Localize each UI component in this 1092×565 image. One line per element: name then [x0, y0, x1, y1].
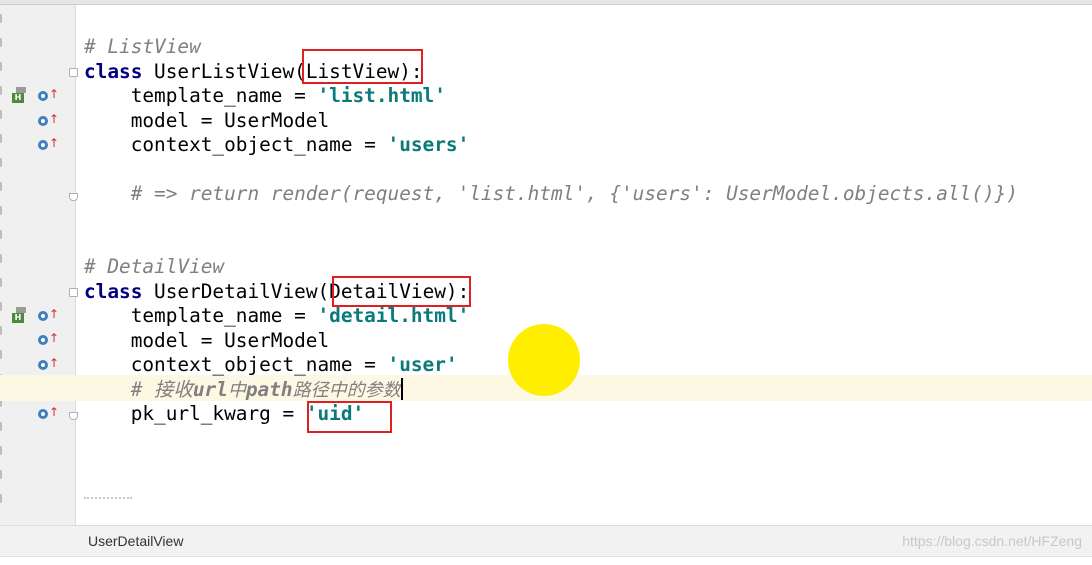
code-line[interactable]: # DetailView — [84, 255, 224, 279]
class-hierarchy-icon[interactable]: H — [12, 87, 28, 103]
assignment: context_object_name = — [84, 133, 388, 156]
watermark: https://blog.csdn.net/HFZeng — [902, 533, 1082, 549]
left-scroll-markers — [0, 4, 2, 524]
code-line[interactable]: model = UserModel — [84, 329, 329, 353]
comment: # => return render(request, 'list.html',… — [84, 182, 1018, 205]
assignment: model = UserModel — [84, 109, 330, 132]
code-line[interactable]: context_object_name = 'user' — [84, 353, 458, 377]
class-hierarchy-icon[interactable]: H — [12, 307, 28, 323]
breadcrumb[interactable]: UserDetailView — [88, 526, 183, 556]
keyword: class — [84, 60, 143, 83]
fold-marker-icon[interactable] — [69, 193, 78, 201]
code-line[interactable]: model = UserModel — [84, 109, 329, 133]
string-literal: 'list.html' — [317, 84, 446, 107]
string-literal: 'detail.html' — [317, 304, 470, 327]
keyword: class — [84, 280, 143, 303]
overrides-method-icon[interactable]: ↑ — [38, 137, 59, 153]
code-line[interactable]: # ListView — [84, 35, 201, 59]
comment: 路径中的参数 — [292, 380, 401, 401]
string-literal: 'users' — [387, 133, 470, 156]
highlight-box-listview — [302, 49, 423, 84]
code-line[interactable]: template_name = 'list.html' — [84, 84, 446, 108]
comment: path — [245, 378, 293, 401]
text-caret — [400, 378, 403, 400]
code-line[interactable]: template_name = 'detail.html' — [84, 304, 470, 328]
fold-marker-icon[interactable] — [69, 288, 78, 297]
overrides-method-icon[interactable]: ↑ — [38, 113, 59, 129]
comment: 中 — [227, 380, 246, 401]
overrides-method-icon[interactable]: ↑ — [38, 332, 59, 348]
overrides-method-icon[interactable]: ↑ — [38, 308, 59, 324]
highlight-box-detailview — [332, 276, 471, 307]
overrides-method-icon[interactable]: ↑ — [38, 88, 59, 104]
assignment: pk_url_kwarg = — [84, 402, 306, 425]
assignment: context_object_name = — [84, 353, 388, 376]
code-line-current[interactable]: # 接收url中path路径中的参数 — [84, 378, 403, 402]
code-line[interactable]: context_object_name = 'users' — [84, 133, 470, 157]
fold-marker-icon[interactable] — [69, 412, 78, 420]
inspection-squiggle — [84, 493, 132, 499]
overrides-method-icon[interactable]: ↑ — [38, 406, 59, 422]
highlight-box-uid — [307, 401, 392, 433]
fold-marker-icon[interactable] — [69, 68, 78, 77]
class-declaration: UserDetailView( — [142, 280, 330, 303]
string-literal: 'user' — [387, 353, 458, 376]
assignment: model = UserModel — [84, 329, 330, 352]
class-declaration: UserListView( — [142, 60, 306, 83]
editor-gutter — [0, 5, 75, 525]
overrides-method-icon[interactable]: ↑ — [38, 357, 59, 373]
breadcrumb-bar: UserDetailView https://blog.csdn.net/HFZ… — [0, 525, 1092, 556]
comment: url — [192, 378, 228, 401]
comment: # 接收 — [130, 378, 193, 401]
assignment: template_name = — [84, 84, 318, 107]
comment: # ListView — [84, 35, 201, 58]
mouse-pointer-highlight — [508, 324, 580, 396]
comment: # DetailView — [84, 255, 225, 278]
assignment: template_name = — [84, 304, 318, 327]
code-line[interactable]: # => return render(request, 'list.html',… — [84, 182, 1018, 206]
